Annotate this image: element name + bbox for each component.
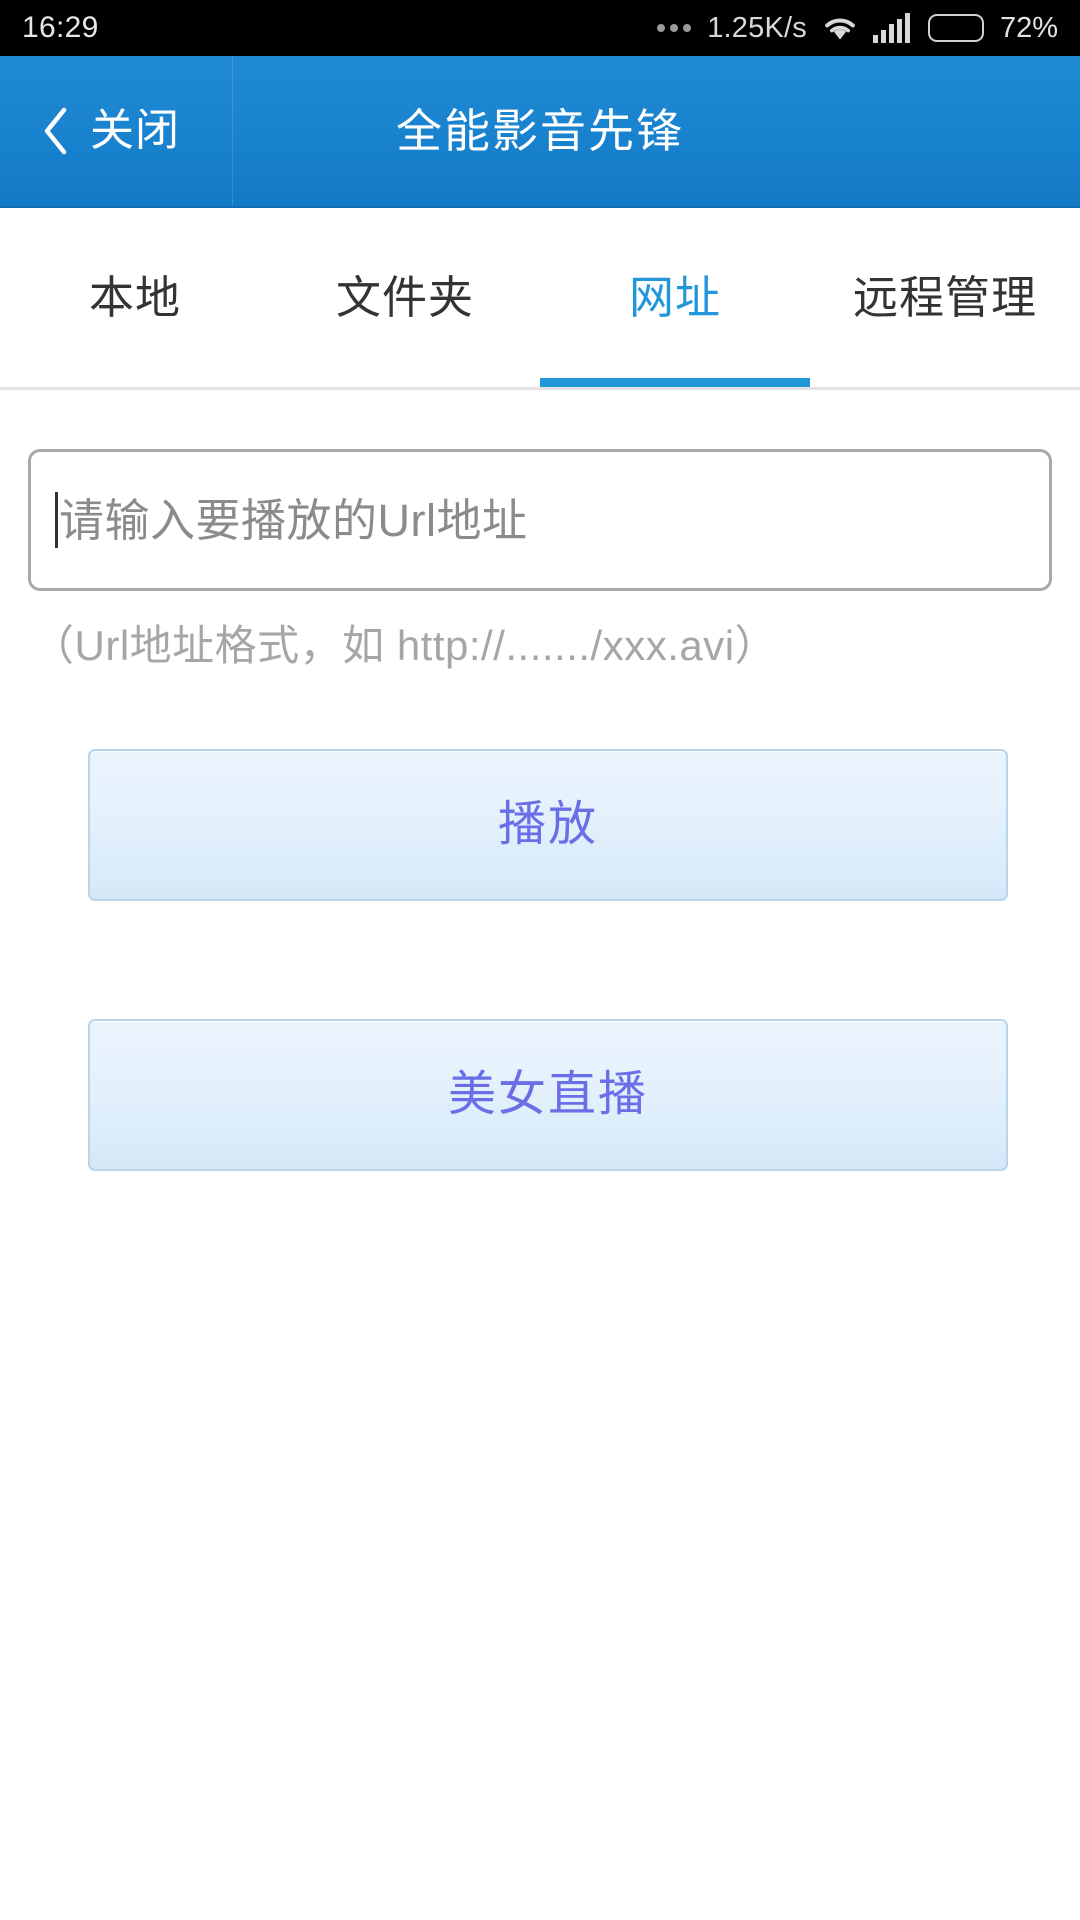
play-button-container: 播放 bbox=[28, 749, 1052, 901]
chevron-left-icon bbox=[42, 107, 68, 155]
tab-bar: 本地 文件夹 网址 远程管理 bbox=[0, 208, 1080, 390]
url-tab-panel: 请输入要播放的Url地址 （Url地址格式，如 http://......./x… bbox=[0, 449, 1080, 1920]
tab-local[interactable]: 本地 bbox=[0, 208, 270, 387]
text-caret bbox=[55, 492, 58, 548]
wifi-icon bbox=[821, 13, 859, 43]
tab-url[interactable]: 网址 bbox=[540, 208, 810, 387]
tab-remote-management-label: 远程管理 bbox=[852, 272, 1037, 323]
close-button[interactable]: 关闭 bbox=[0, 56, 233, 206]
tab-indicator bbox=[540, 378, 810, 387]
beauty-live-button[interactable]: 美女直播 bbox=[88, 1019, 1008, 1171]
beauty-live-button-label: 美女直播 bbox=[447, 1068, 648, 1121]
url-format-hint: （Url地址格式，如 http://......./xxx.avi） bbox=[32, 622, 778, 669]
tab-local-label: 本地 bbox=[88, 272, 181, 323]
tab-remote-management[interactable]: 远程管理 bbox=[810, 208, 1080, 387]
page-title: 全能影音先锋 bbox=[396, 105, 684, 157]
battery-percent-label: 72% bbox=[999, 11, 1058, 44]
tab-folder-label: 文件夹 bbox=[335, 272, 474, 323]
app-header: 关闭 全能影音先锋 bbox=[0, 56, 1080, 213]
play-button-label: 播放 bbox=[497, 798, 598, 851]
tab-url-label: 网址 bbox=[628, 272, 721, 323]
url-input[interactable]: 请输入要播放的Url地址 bbox=[28, 449, 1052, 591]
battery-icon bbox=[927, 14, 984, 42]
status-bar: 16:29 1.25K/s 72% bbox=[0, 0, 1080, 56]
status-bar-clock: 16:29 bbox=[22, 11, 99, 44]
app-screen: 16:29 1.25K/s 72% 关闭 全能影音先锋 本地 文件夹 网址 远程… bbox=[0, 0, 1080, 1920]
more-dots-icon bbox=[657, 24, 692, 32]
tab-folder[interactable]: 文件夹 bbox=[270, 208, 540, 387]
play-button[interactable]: 播放 bbox=[88, 749, 1008, 901]
url-input-placeholder: 请输入要播放的Url地址 bbox=[59, 494, 528, 546]
empty-space bbox=[28, 1171, 1052, 1920]
status-bar-indicators: 1.25K/s 72% bbox=[657, 13, 1058, 43]
live-stream-button-container: 美女直播 bbox=[28, 1019, 1052, 1171]
close-button-label: 关闭 bbox=[90, 106, 180, 155]
network-speed-label: 1.25K/s bbox=[707, 11, 807, 44]
cellular-signal-icon bbox=[872, 13, 910, 43]
